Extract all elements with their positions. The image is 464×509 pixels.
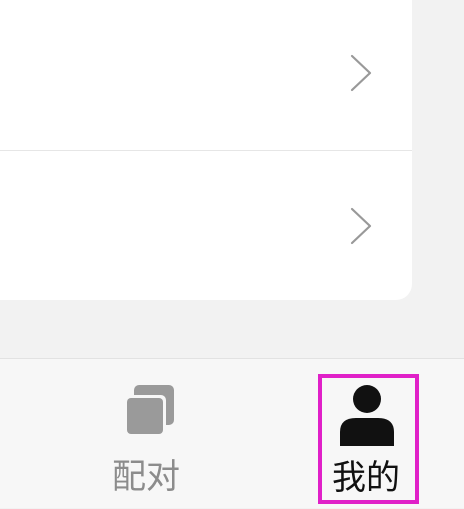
tab-mine[interactable]: 我的 [318, 374, 419, 504]
content-area [0, 0, 464, 358]
tab-mine-label: 我的 [332, 458, 400, 498]
tab-pair[interactable]: 配对 [100, 359, 198, 509]
tab-pair-label: 配对 [112, 457, 180, 497]
chevron-right-icon [350, 54, 372, 92]
copy-icon [124, 385, 174, 437]
settings-card [0, 0, 412, 300]
list-item[interactable] [0, 151, 412, 300]
list-item[interactable] [0, 0, 412, 150]
chevron-right-icon [350, 207, 372, 245]
bottom-nav: 配对 我的 [0, 358, 464, 508]
user-icon [340, 385, 394, 446]
